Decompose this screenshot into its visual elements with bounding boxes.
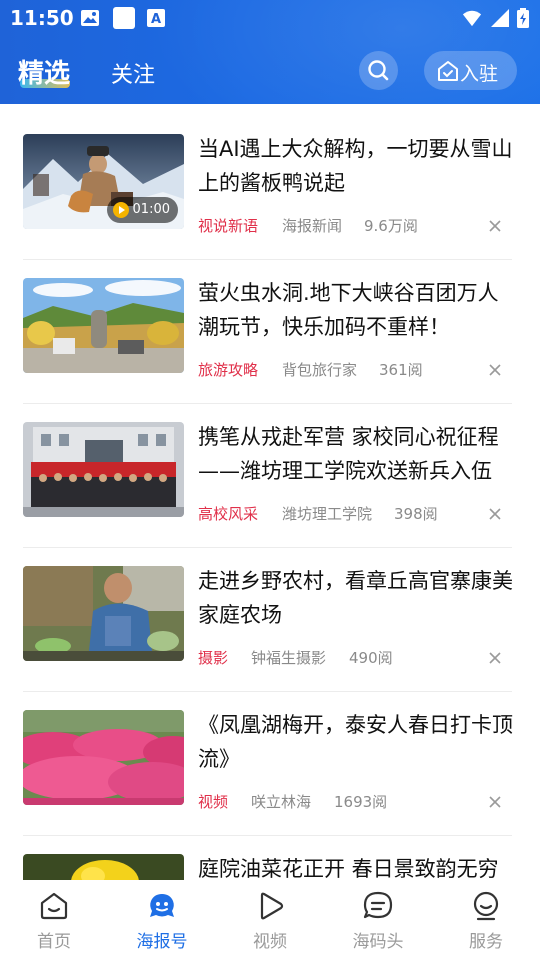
group-photo-scene: [23, 422, 184, 517]
search-button[interactable]: [359, 51, 398, 90]
video-duration: 01:00: [132, 202, 170, 217]
signal-icon: [491, 9, 509, 27]
item-title[interactable]: 当AI遇上大众解构，一切要从雪山上的酱板鸭说起: [198, 132, 518, 200]
video-icon: [260, 892, 284, 920]
item-read-count: 9.6万阅: [364, 217, 418, 235]
item-title[interactable]: 庭院油菜花正开 春日景致韵无穷: [198, 852, 518, 880]
tab-following[interactable]: 关注: [111, 57, 155, 89]
nav-video[interactable]: 视频: [216, 880, 324, 960]
app-header: 11:50 A 精选 关注 入驻: [0, 0, 540, 104]
join-button[interactable]: 入驻: [424, 51, 517, 90]
svg-text:A: A: [151, 12, 161, 27]
status-time: 11:50: [10, 6, 74, 30]
feed-item[interactable]: 萤火虫水洞.地下大峡谷百团万人潮玩节，快乐加码不重样！ 旅游攻略 背包旅行家 3…: [0, 248, 540, 404]
item-category[interactable]: 视说新语: [198, 215, 258, 236]
join-icon: [438, 61, 458, 81]
nav-haibao[interactable]: 海报号: [108, 880, 216, 960]
item-title[interactable]: 携笔从戎赴军营 家校同心祝征程——潍坊理工学院欢送新兵入伍: [198, 420, 518, 488]
thumbnail-image[interactable]: [23, 854, 184, 880]
feed-item[interactable]: 《凤凰湖梅开，泰安人春日打卡顶流》 视频 咲立林海 1693阅: [0, 680, 540, 836]
item-title[interactable]: 萤火虫水洞.地下大峡谷百团万人潮玩节，快乐加码不重样！: [198, 276, 518, 344]
item-title[interactable]: 走进乡野农村，看章丘高官寨康美家庭农场: [198, 564, 518, 632]
thumbnail-image[interactable]: [23, 566, 184, 661]
close-icon[interactable]: [486, 505, 504, 523]
news-feed[interactable]: 01:00 当AI遇上大众解构，一切要从雪山上的酱板鸭说起 视说新语 海报新闻 …: [0, 104, 540, 880]
feed-item[interactable]: 携笔从戎赴军营 家校同心祝征程——潍坊理工学院欢送新兵入伍 高校风采 潍坊理工学…: [0, 392, 540, 548]
item-read-count: 398阅: [394, 505, 438, 523]
status-bar: 11:50 A: [0, 0, 540, 36]
item-source[interactable]: 钟福生摄影: [251, 647, 326, 668]
chat-icon: [363, 891, 393, 919]
feed-item[interactable]: 庭院油菜花正开 春日景致韵无穷: [0, 824, 540, 880]
tab-featured[interactable]: 精选: [18, 53, 70, 90]
close-icon[interactable]: [486, 649, 504, 667]
rapeseed-flower-scene: [23, 854, 184, 880]
nav-home-label: 首页: [37, 932, 71, 952]
item-read-count: 361阅: [379, 361, 423, 379]
thumbnail-image[interactable]: [23, 422, 184, 517]
video-duration-badge: 01:00: [106, 197, 178, 223]
item-category[interactable]: 摄影: [198, 647, 228, 668]
feed-item[interactable]: 走进乡野农村，看章丘高官寨康美家庭农场 摄影 钟福生摄影 490阅: [0, 536, 540, 692]
item-category[interactable]: 旅游攻略: [198, 359, 258, 380]
item-title[interactable]: 《凤凰湖梅开，泰安人春日打卡顶流》: [198, 708, 518, 776]
close-icon[interactable]: [486, 361, 504, 379]
nav-haimatou-label: 海码头: [352, 932, 404, 952]
item-category[interactable]: 高校风采: [198, 503, 258, 524]
item-read-count: 1693阅: [334, 793, 388, 811]
bottom-navigation: 首页 海报号 视频 海码头 服务: [0, 880, 540, 960]
farmer-scene: [23, 566, 184, 661]
plum-blossom-scene: [23, 710, 184, 805]
home-icon: [40, 892, 68, 920]
item-source[interactable]: 潍坊理工学院: [282, 503, 372, 524]
close-icon[interactable]: [486, 793, 504, 811]
thumbnail-image[interactable]: [23, 278, 184, 373]
nav-video-label: 视频: [253, 932, 287, 952]
nav-service[interactable]: 服务: [432, 880, 540, 960]
item-source[interactable]: 背包旅行家: [282, 359, 357, 380]
nav-haimatou[interactable]: 海码头: [324, 880, 432, 960]
wifi-icon: [462, 10, 482, 27]
haibao-icon: [150, 894, 174, 917]
nav-service-label: 服务: [469, 932, 503, 952]
join-button-label: 入驻: [460, 63, 499, 85]
close-icon[interactable]: [486, 217, 504, 235]
feed-item[interactable]: 01:00 当AI遇上大众解构，一切要从雪山上的酱板鸭说起 视说新语 海报新闻 …: [0, 104, 540, 260]
karst-park-scene: [23, 278, 184, 373]
font-a-icon: A: [147, 9, 165, 27]
nav-haibao-label: 海报号: [136, 932, 188, 952]
nav-home[interactable]: 首页: [0, 880, 108, 960]
battery-icon: [517, 8, 529, 28]
item-source[interactable]: 咲立林海: [251, 791, 311, 812]
item-source[interactable]: 海报新闻: [282, 215, 342, 236]
service-icon: [473, 891, 499, 921]
thumbnail-image[interactable]: [23, 710, 184, 805]
item-category[interactable]: 视频: [198, 791, 228, 812]
search-icon: [368, 60, 389, 81]
notification-square-icon: [113, 7, 135, 29]
photo-icon: [81, 10, 99, 26]
thumbnail-image[interactable]: 01:00: [23, 134, 184, 229]
item-read-count: 490阅: [349, 649, 393, 667]
play-icon: [112, 201, 129, 218]
